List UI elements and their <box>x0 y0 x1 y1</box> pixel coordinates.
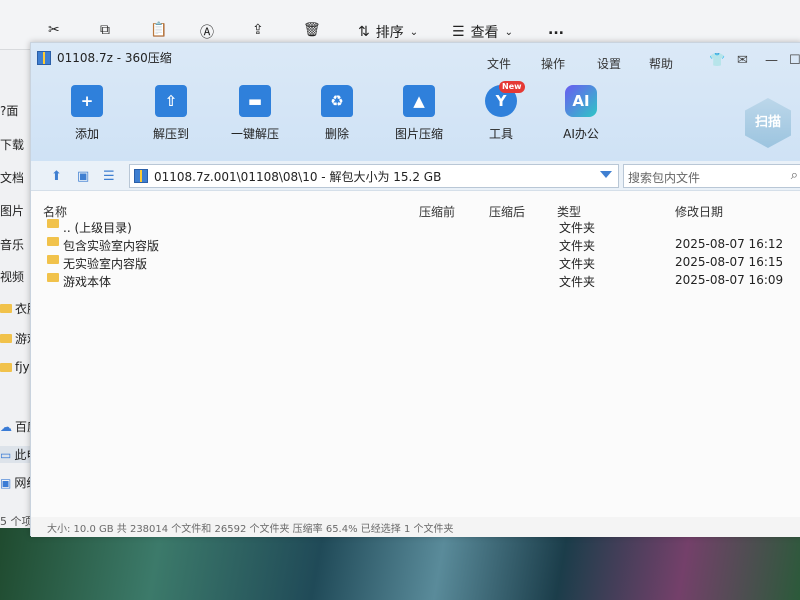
menu-action[interactable]: 操作 <box>541 55 565 72</box>
add-icon: + <box>71 85 103 117</box>
maximize-button[interactable]: ☐ <box>789 53 800 68</box>
tools-button[interactable]: Y New 工具 <box>471 81 531 142</box>
file-row[interactable]: 无实验室内容版 文件夹 2025-08-07 16:15 <box>47 255 787 273</box>
view-icon: ☰ <box>452 24 465 40</box>
ai-office-icon: AI <box>565 85 597 117</box>
column-after[interactable]: 压缩后 <box>489 203 525 220</box>
one-click-extract-button[interactable]: ▬ 一键解压 <box>225 85 285 142</box>
folder-icon <box>0 334 12 343</box>
image-compress-icon: ▲ <box>403 85 435 117</box>
address-bar[interactable]: 01108.7z.001\01108\08\10 - 解包大小为 15.2 GB <box>129 164 619 188</box>
search-input[interactable]: 搜索包内文件 ⌕ <box>623 164 800 188</box>
chevron-down-icon[interactable] <box>600 171 612 178</box>
more-button[interactable]: ... <box>548 22 564 38</box>
network-icon: ▣ <box>0 475 12 490</box>
archive-icon <box>37 50 51 65</box>
window-title: 01108.7z - 360压缩 <box>37 49 172 66</box>
sidebar-item-desktop[interactable]: ?面 <box>0 102 18 119</box>
column-before[interactable]: 压缩前 <box>419 203 455 220</box>
extract-to-icon: ⇧ <box>155 85 187 117</box>
up-arrow-icon[interactable]: ⬆ <box>51 169 62 184</box>
new-badge: New <box>499 81 525 93</box>
minimize-button[interactable]: — <box>765 53 778 68</box>
status-bar: 大小: 10.0 GB 共 238014 个文件和 26592 个文件夹 压缩率… <box>31 517 800 537</box>
menu-help[interactable]: 帮助 <box>649 55 673 72</box>
file-row[interactable]: 游戏本体 文件夹 2025-08-07 16:09 <box>47 273 787 291</box>
computer-icon: ▭ <box>0 447 12 462</box>
feedback-icon[interactable]: ✉ <box>737 53 748 68</box>
skin-icon[interactable]: 👕 <box>709 53 725 68</box>
sidebar-item-pictures[interactable]: 图片 <box>0 202 24 219</box>
folder-icon <box>0 362 12 372</box>
sort-button[interactable]: ⇅ 排序 ⌄ <box>358 22 418 42</box>
rename-icon[interactable]: Ⓐ <box>200 22 214 42</box>
add-button[interactable]: + 添加 <box>57 85 117 142</box>
file-row[interactable]: 包含实验室内容版 文件夹 2025-08-07 16:12 <box>47 237 787 255</box>
list-view-icon[interactable]: ☰ <box>103 169 115 184</box>
file-row[interactable]: .. (上级目录) 文件夹 <box>47 219 787 237</box>
column-name[interactable]: 名称 <box>43 203 67 220</box>
one-click-extract-icon: ▬ <box>239 85 271 117</box>
share-icon[interactable]: ⇪ <box>252 22 264 38</box>
cloud-icon: ☁ <box>0 419 12 434</box>
paste-icon[interactable]: 📋 <box>150 22 167 38</box>
column-modified[interactable]: 修改日期 <box>675 203 723 220</box>
view-button[interactable]: ☰ 查看 ⌄ <box>452 22 513 42</box>
extract-to-button[interactable]: ⇧ 解压到 <box>141 85 201 142</box>
folder-icon <box>47 219 59 228</box>
scan-button[interactable]: 扫描 <box>745 98 791 148</box>
sidebar-item-videos[interactable]: 视频 <box>0 268 24 285</box>
folder-icon <box>47 255 59 264</box>
folder-icon <box>47 273 59 282</box>
address-row: ⬆ ▣ ☰ 01108.7z.001\01108\08\10 - 解包大小为 1… <box>31 161 800 191</box>
tools-icon: Y New <box>485 81 525 117</box>
delete-icon[interactable]: 🗑 <box>303 22 321 38</box>
copy-icon[interactable]: ⧉ <box>100 22 110 38</box>
recycle-bin-icon: ♻ <box>321 85 353 117</box>
column-type[interactable]: 类型 <box>557 203 581 220</box>
folder-icon <box>0 304 12 313</box>
sidebar-item-downloads[interactable]: 下载 <box>0 136 24 153</box>
image-compress-button[interactable]: ▲ 图片压缩 <box>389 85 449 142</box>
menu-file[interactable]: 文件 <box>487 55 511 72</box>
window-header: 01108.7z - 360压缩 文件 操作 设置 帮助 👕 ✉ — ☐ + 添… <box>31 43 800 161</box>
menu-settings[interactable]: 设置 <box>597 55 621 72</box>
sidebar-item-music[interactable]: 音乐 <box>0 236 24 253</box>
ai-office-button[interactable]: AI AI办公 <box>551 85 611 142</box>
thumbnail-view-icon[interactable]: ▣ <box>77 169 89 184</box>
sort-icon: ⇅ <box>358 24 370 40</box>
cut-icon[interactable]: ✂ <box>48 22 60 38</box>
archive-icon <box>134 169 148 183</box>
delete-button[interactable]: ♻ 删除 <box>307 85 367 142</box>
sidebar-item-documents[interactable]: 文档 <box>0 169 24 186</box>
search-icon[interactable]: ⌕ <box>791 168 798 183</box>
folder-icon <box>47 237 59 246</box>
archive-window: 01108.7z - 360压缩 文件 操作 设置 帮助 👕 ✉ — ☐ + 添… <box>30 42 800 537</box>
